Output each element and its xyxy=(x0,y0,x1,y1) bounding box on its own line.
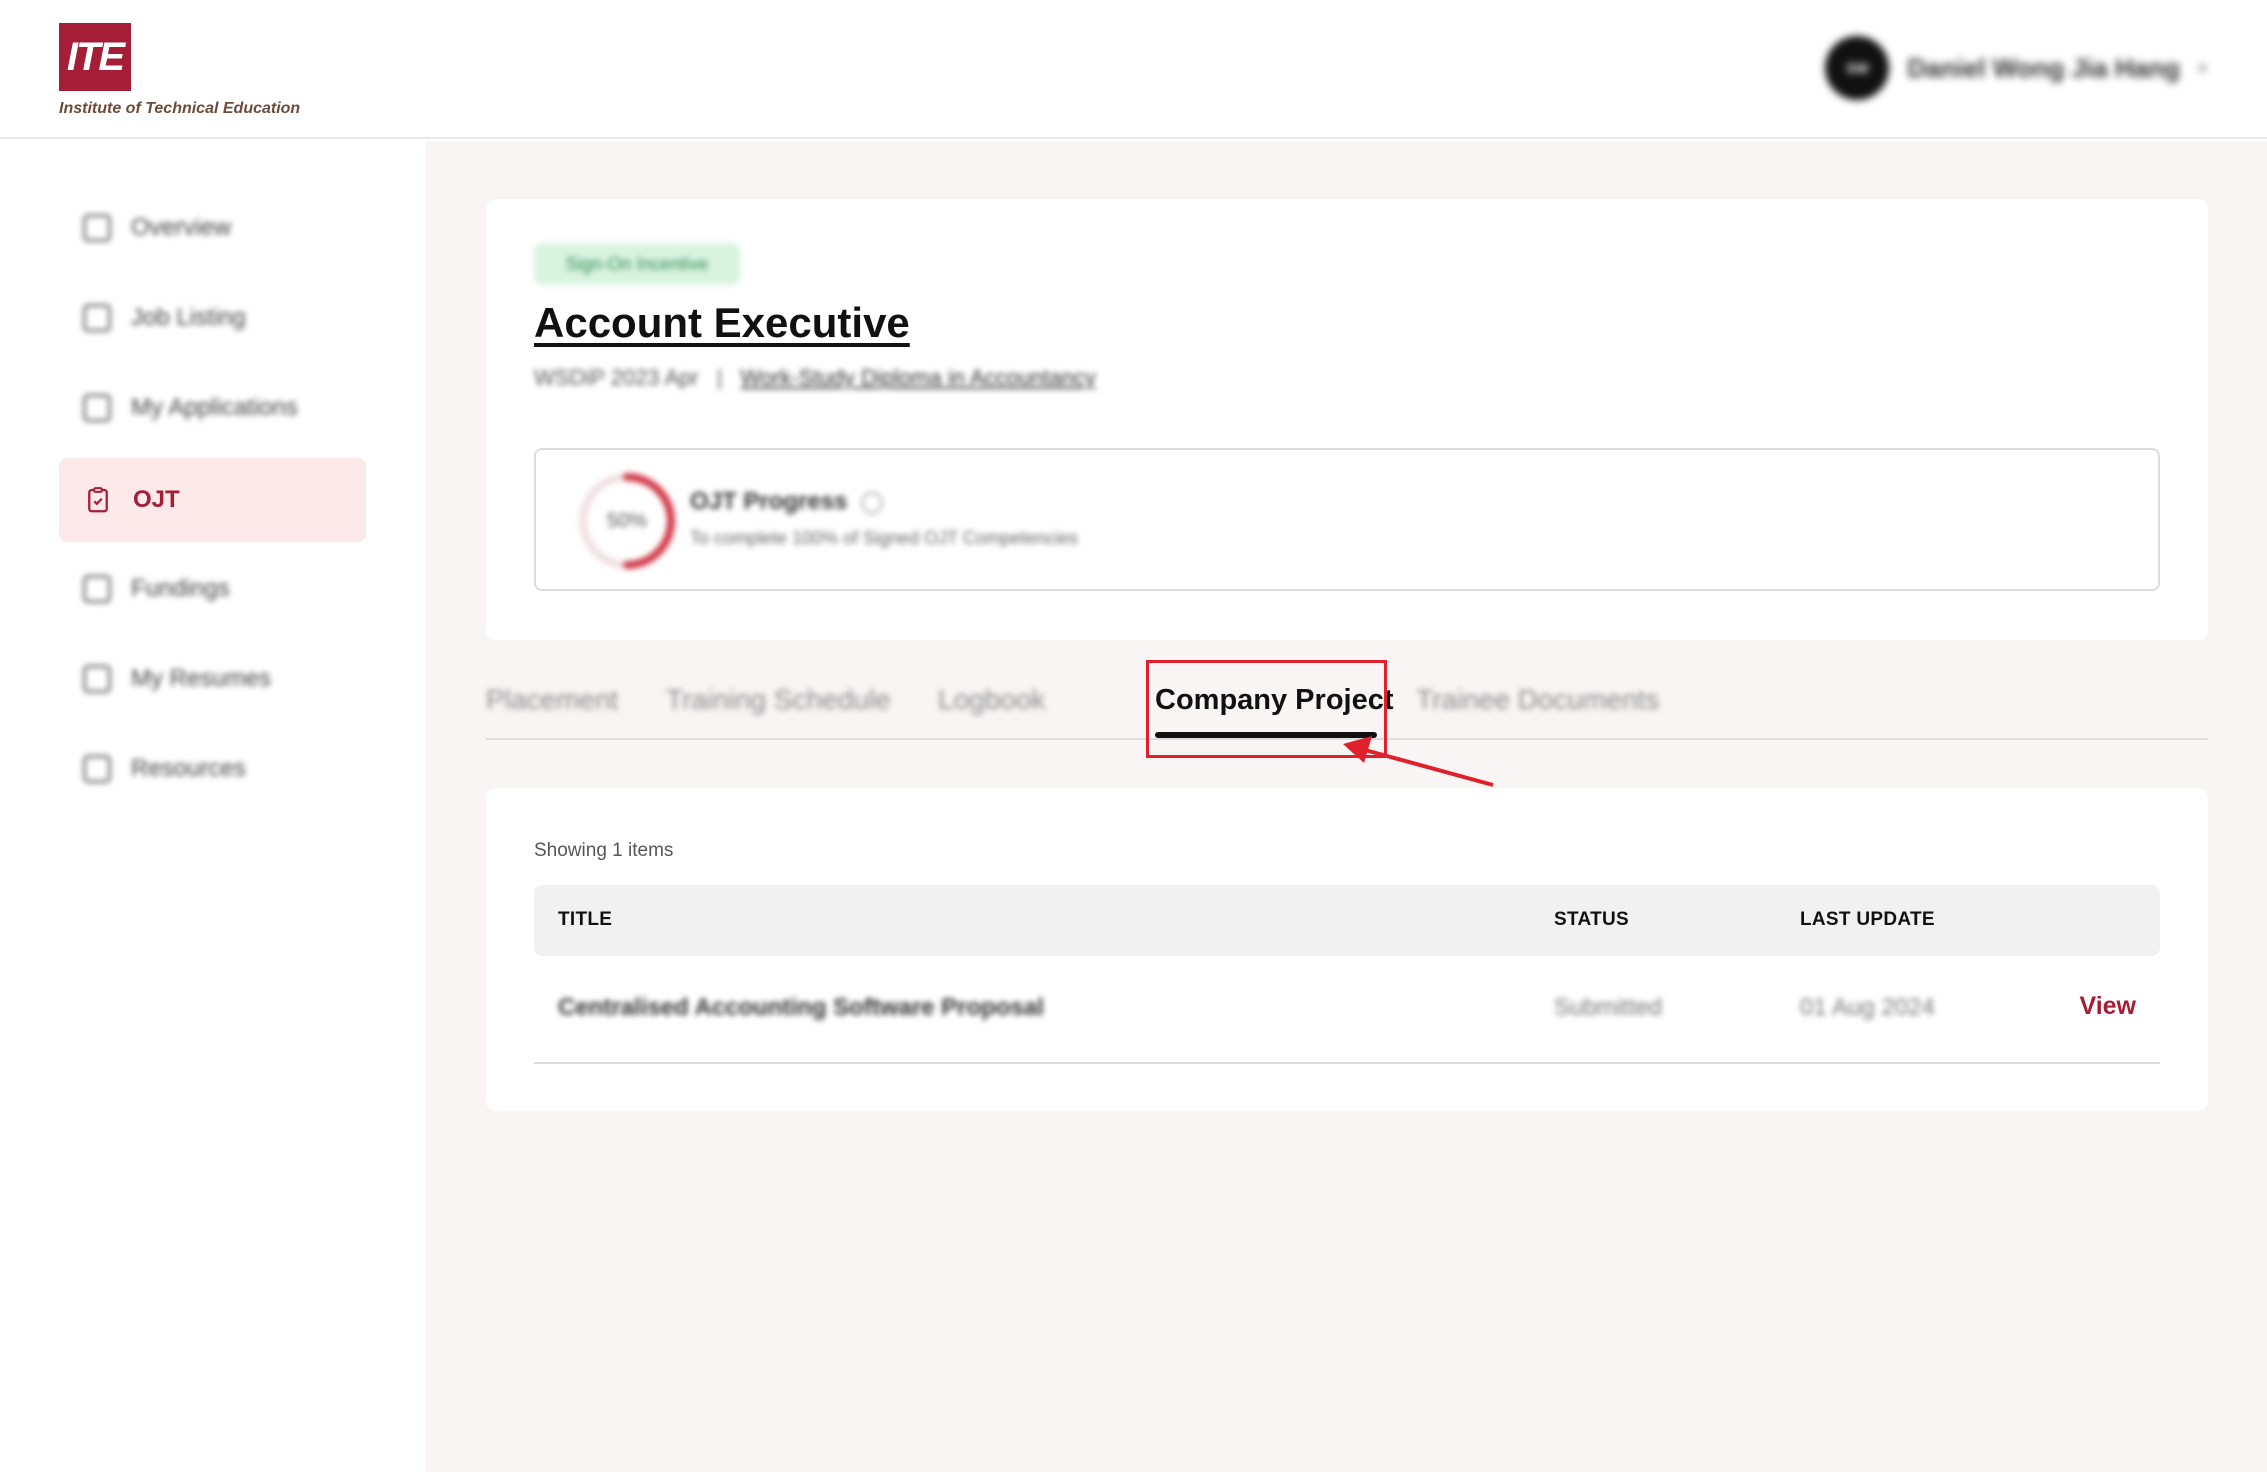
tab-placement[interactable]: Placement xyxy=(486,684,618,716)
logo-mark-text: ITE xyxy=(66,34,125,79)
sidebar-item-label: Job Listing xyxy=(131,304,246,331)
sidebar-item-label: My Resumes xyxy=(131,665,272,692)
sidebar-item-resources[interactable]: Resources xyxy=(59,727,366,811)
separator: | xyxy=(716,365,723,390)
ojt-progress-panel: 50% OJT Progress To complete 100% of Sig… xyxy=(534,448,2160,591)
sidebar-item-label: OJT xyxy=(133,486,180,513)
document-icon xyxy=(83,394,111,422)
column-status: STATUS xyxy=(1554,909,1629,930)
folder-icon xyxy=(83,755,111,783)
user-menu[interactable]: SW Daniel Wong Jia Hang ▾ xyxy=(1825,36,2207,100)
sidebar-item-my-applications[interactable]: My Applications xyxy=(59,366,366,450)
course-link[interactable]: Work-Study Diploma in Accountancy xyxy=(740,365,1095,391)
briefcase-icon xyxy=(83,304,111,332)
clipboard-check-icon xyxy=(88,487,108,513)
sidebar-item-job-listing[interactable]: Job Listing xyxy=(59,276,366,360)
sidebar-item-fundings[interactable]: Fundings xyxy=(59,547,366,631)
ite-logo[interactable]: ITE Institute of Technical Education xyxy=(59,23,300,117)
sidebar: Overview Job Listing My Applications OJT… xyxy=(0,141,426,1472)
row-last-update: 01 Aug 2024 xyxy=(1800,994,1935,1021)
table-row: Centralised Accounting Software Proposal… xyxy=(534,956,2160,1064)
job-title[interactable]: Account Executive xyxy=(534,299,910,347)
intake-label: WSDiP 2023 Apr xyxy=(534,365,699,390)
info-icon[interactable] xyxy=(861,491,884,514)
sidebar-item-label: My Applications xyxy=(131,394,298,421)
progress-description: To complete 100% of Signed OJT Competenc… xyxy=(690,528,1078,548)
tab-training-schedule[interactable]: Training Schedule xyxy=(666,684,891,716)
logo-mark: ITE xyxy=(59,23,131,91)
top-header: ITE Institute of Technical Education SW … xyxy=(0,0,2267,139)
logo-text: Institute of Technical Education xyxy=(59,100,301,117)
company-project-table-card: Showing 1 items TITLE STATUS LAST UPDATE… xyxy=(486,788,2208,1111)
money-icon xyxy=(83,575,111,603)
sidebar-item-overview[interactable]: Overview xyxy=(59,186,366,270)
avatar: SW xyxy=(1825,36,1890,100)
row-status: Submitted xyxy=(1554,994,1663,1021)
job-summary-card: Sign-On Incentive Account Executive WSDi… xyxy=(486,199,2208,640)
progress-title-text: OJT Progress xyxy=(690,488,848,515)
progress-title: OJT Progress xyxy=(690,488,884,516)
sidebar-item-label: Overview xyxy=(131,214,232,241)
column-last-update: LAST UPDATE xyxy=(1800,909,1935,930)
chevron-down-icon: ▾ xyxy=(2197,57,2207,78)
table-header: TITLE STATUS LAST UPDATE xyxy=(534,885,2160,956)
status-badge: Sign-On Incentive xyxy=(534,243,740,285)
view-button[interactable]: View xyxy=(2079,992,2136,1021)
tab-trainee-documents[interactable]: Trainee Documents xyxy=(1416,684,1659,716)
column-title: TITLE xyxy=(558,909,613,930)
user-name: Daniel Wong Jia Hang xyxy=(1907,52,2180,83)
row-title: Centralised Accounting Software Proposal xyxy=(558,994,1044,1021)
annotation-highlight-box xyxy=(1146,660,1387,758)
sidebar-item-my-resumes[interactable]: My Resumes xyxy=(59,637,366,721)
sidebar-item-label: Fundings xyxy=(131,575,230,602)
sidebar-item-label: Resources xyxy=(131,755,246,782)
tab-logbook[interactable]: Logbook xyxy=(938,684,1045,716)
tab-bar: Placement Training Schedule Logbook Comp… xyxy=(486,660,2208,758)
progress-percent: 50% xyxy=(606,509,648,532)
job-subline: WSDiP 2023 Apr | Work-Study Diploma in A… xyxy=(534,365,1096,391)
dashboard-icon xyxy=(83,214,111,242)
main-content: Sign-On Incentive Account Executive WSDi… xyxy=(426,141,2267,1472)
resume-icon xyxy=(83,665,111,693)
sidebar-item-ojt[interactable]: OJT xyxy=(59,458,366,542)
items-count: Showing 1 items xyxy=(534,840,674,861)
